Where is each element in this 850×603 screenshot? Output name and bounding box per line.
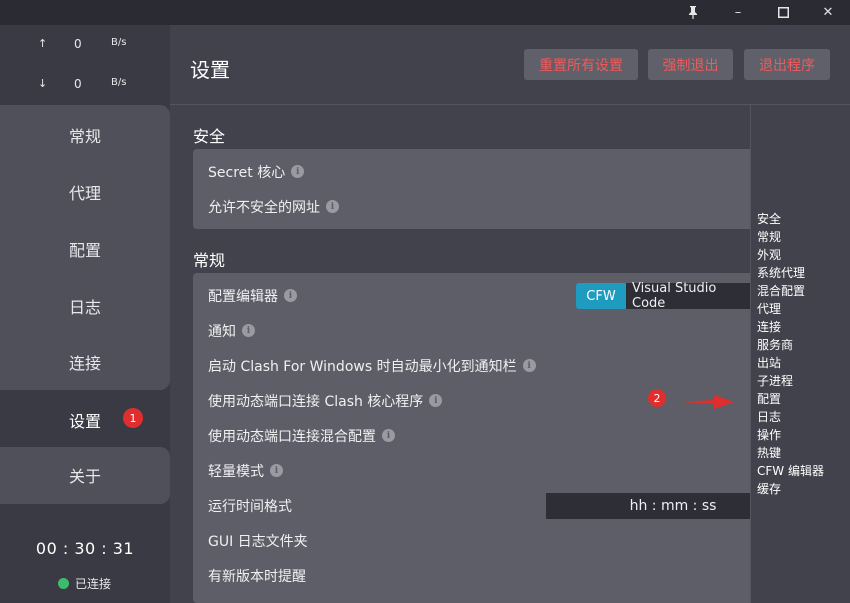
anchor-outbound[interactable]: 出站 (757, 354, 781, 372)
runtime-format-input[interactable] (546, 493, 750, 519)
status-text: 已连接 (75, 577, 112, 591)
setting-notification: 通知 i (208, 313, 255, 348)
setting-label: Secret 核心 (208, 164, 286, 181)
sidebar-item-proxies[interactable]: 代理 (0, 164, 170, 220)
close-icon: ✕ (822, 5, 834, 20)
sidebar-item-profiles[interactable]: 配置 (0, 221, 170, 277)
info-icon[interactable]: i (242, 324, 255, 337)
info-icon[interactable]: i (429, 394, 443, 407)
sidebar-item-general[interactable]: 常规 (0, 107, 170, 163)
anchor-hotkeys[interactable]: 热键 (757, 444, 781, 462)
page-title: 设置 (190, 58, 230, 82)
maximize-icon (777, 7, 789, 18)
anchor-system-proxy[interactable]: 系统代理 (757, 264, 805, 282)
setting-label: 允许不安全的网址 (208, 199, 320, 216)
setting-config-editor: 配置编辑器 i (208, 278, 297, 313)
setting-label: 启动 Clash For Windows 时自动最小化到通知栏 (208, 358, 517, 375)
info-icon[interactable]: i (291, 165, 305, 178)
quit-program-button[interactable]: 退出程序 (744, 49, 830, 80)
setting-secret: Secret 核心 i (208, 154, 305, 189)
nav-group-about: 关于 (0, 447, 170, 504)
annotation-badge-1: 1 (123, 408, 143, 428)
info-icon[interactable]: i (270, 464, 283, 477)
anchor-logs[interactable]: 日志 (757, 408, 781, 426)
minimize-icon: – (734, 5, 742, 20)
anchor-mixin[interactable]: 混合配置 (757, 282, 805, 300)
setting-label: 配置编辑器 (208, 288, 278, 305)
anchor-proxy[interactable]: 代理 (757, 300, 781, 318)
setting-label: 运行时间格式 (208, 498, 292, 515)
upload-speed: ↑ 0 B/s (0, 37, 170, 57)
setting-runtime-format: 运行时间格式 (208, 488, 292, 523)
setting-allow-insecure-url: 允许不安全的网址 i (208, 189, 339, 224)
setting-start-minimized: 启动 Clash For Windows 时自动最小化到通知栏 i (208, 348, 536, 383)
anchor-profiles[interactable]: 配置 (757, 390, 781, 408)
anchor-subprocess[interactable]: 子进程 (757, 372, 793, 390)
setting-gui-log-folder[interactable]: GUI 日志文件夹 (208, 523, 308, 558)
info-icon[interactable]: i (382, 429, 395, 442)
uptime-clock: 00 : 30 : 31 (35, 539, 135, 558)
download-unit: B/s (111, 77, 127, 88)
setting-label: GUI 日志文件夹 (208, 533, 308, 550)
editor-option-cfw[interactable]: CFW (576, 283, 626, 309)
setting-label: 轻量模式 (208, 463, 264, 480)
setting-label: 使用动态端口连接 Clash 核心程序 (208, 393, 424, 410)
annotation-badge-2: 2 (648, 389, 666, 407)
sidebar-item-settings[interactable]: 设置 (0, 392, 170, 448)
anchor-providers[interactable]: 服务商 (757, 336, 793, 354)
upload-value: 0 (74, 37, 82, 51)
anchor-general[interactable]: 常规 (757, 228, 781, 246)
anchor-connection[interactable]: 连接 (757, 318, 781, 336)
traffic-monitor: ↑ 0 B/s ↓ 0 B/s (0, 25, 170, 105)
editor-option-vscode[interactable]: Visual Studio Code (626, 281, 750, 311)
info-icon[interactable]: i (284, 289, 297, 302)
connection-status: 已连接 (58, 575, 111, 592)
general-card: 配置编辑器 i CFW Visual Studio Code 通知 i 启动 C… (193, 273, 750, 603)
annotation-arrow-icon (680, 395, 734, 409)
setting-dynamic-port-core: 使用动态端口连接 Clash 核心程序 i (208, 383, 443, 418)
section-anchor-panel: 安全 常规 外观 系统代理 混合配置 代理 连接 服务商 出站 子进程 配置 日… (750, 105, 850, 603)
close-button[interactable]: ✕ (808, 0, 848, 25)
pin-button[interactable] (673, 0, 713, 25)
sidebar-item-logs[interactable]: 日志 (0, 278, 170, 334)
setting-update-reminder: 有新版本时提醒 (208, 558, 306, 593)
anchor-appearance[interactable]: 外观 (757, 246, 781, 264)
setting-dynamic-port-mixin: 使用动态端口连接混合配置 i (208, 418, 395, 453)
upload-arrow-icon: ↑ (38, 37, 48, 50)
setting-lightweight-mode: 轻量模式 i (208, 453, 283, 488)
security-card: Secret 核心 i 允许不安全的网址 i (193, 149, 750, 229)
maximize-button[interactable] (763, 0, 803, 25)
anchor-cache[interactable]: 缓存 (757, 480, 781, 498)
info-icon[interactable]: i (522, 359, 536, 372)
setting-label: 通知 (208, 323, 236, 340)
info-icon[interactable]: i (326, 200, 339, 213)
minimize-button[interactable]: – (718, 0, 758, 25)
upload-unit: B/s (111, 37, 127, 48)
download-value: 0 (74, 77, 82, 91)
status-dot-icon (58, 578, 69, 589)
page-header: 设置 重置所有设置 强制退出 退出程序 (170, 25, 850, 105)
sidebar-item-label: 设置 (68, 412, 101, 431)
section-title-general: 常规 (193, 251, 226, 270)
title-bar: – ✕ (0, 0, 850, 25)
pin-icon (689, 6, 697, 19)
anchor-actions[interactable]: 操作 (757, 426, 781, 444)
setting-label: 使用动态端口连接混合配置 (208, 428, 376, 445)
sidebar: ↑ 0 B/s ↓ 0 B/s 常规 代理 配置 日志 连接 设置 1 关于 0… (0, 25, 170, 603)
section-title-security: 安全 (193, 127, 226, 146)
setting-label: 有新版本时提醒 (208, 568, 306, 585)
anchor-security[interactable]: 安全 (757, 210, 781, 228)
nav-group-main: 常规 代理 配置 日志 连接 (0, 105, 170, 390)
anchor-cfw-editor[interactable]: CFW 编辑器 (757, 462, 824, 480)
settings-content: 安全 Secret 核心 i 允许不安全的网址 i 常规 配置编辑器 i CFW… (170, 105, 750, 603)
download-arrow-icon: ↓ (38, 77, 48, 90)
sidebar-item-about[interactable]: 关于 (0, 447, 170, 503)
force-quit-button[interactable]: 强制退出 (648, 49, 733, 80)
sidebar-item-connections[interactable]: 连接 (0, 334, 170, 390)
editor-selector: CFW Visual Studio Code (576, 281, 750, 311)
reset-all-settings-button[interactable]: 重置所有设置 (524, 49, 638, 80)
download-speed: ↓ 0 B/s (0, 77, 170, 97)
